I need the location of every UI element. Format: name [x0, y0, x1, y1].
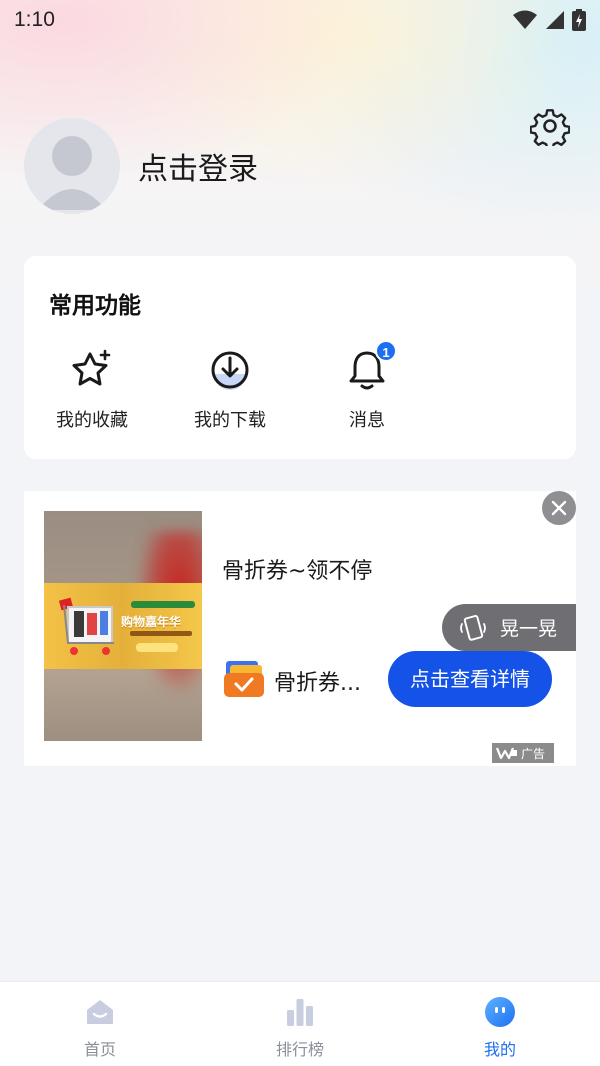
bottom-tab-bar: 首页 排行榜 我的: [0, 981, 600, 1066]
promo-tag: [131, 601, 195, 608]
profile-icon: [484, 996, 516, 1028]
tab-home-label: 首页: [83, 1040, 116, 1059]
status-icons: [512, 9, 586, 31]
favorites-label: 我的收藏: [56, 410, 128, 431]
promo-button: [136, 643, 178, 652]
avatar[interactable]: [24, 118, 120, 214]
status-time: 1:10: [14, 8, 55, 31]
status-bar: 1:10: [0, 0, 600, 40]
ad-promo-panel: 购物嘉年华: [44, 583, 202, 669]
messages-button[interactable]: 1 消息: [317, 340, 417, 432]
tab-mine[interactable]: 我的: [450, 996, 550, 1060]
ad-title[interactable]: 骨折券~领不停: [222, 553, 372, 585]
coupon-wallet-icon: [222, 659, 266, 699]
star-icon: [70, 348, 114, 392]
ad-close-button[interactable]: [542, 491, 576, 525]
cellular-signal-icon: [546, 11, 564, 29]
tab-ranking-label: 排行榜: [275, 1040, 324, 1059]
card-title: 常用功能: [49, 293, 141, 319]
message-count-badge: 1: [375, 340, 397, 362]
download-icon: [208, 348, 252, 392]
bell-icon: 1: [345, 340, 397, 392]
downloads-button[interactable]: 我的下载: [180, 348, 280, 432]
tab-home[interactable]: 首页: [50, 996, 150, 1060]
wifi-icon: [513, 10, 537, 29]
ranking-icon: [284, 996, 316, 1028]
ad-mark-label: 广告: [521, 746, 546, 761]
ad-image[interactable]: 购物嘉年华: [44, 511, 202, 741]
shake-phone-icon: [460, 614, 486, 641]
settings-button[interactable]: [529, 106, 571, 151]
profile-header[interactable]: 点击登录: [24, 118, 258, 214]
tab-ranking[interactable]: 排行榜: [250, 996, 350, 1060]
default-avatar-icon: [38, 136, 106, 210]
gear-icon: [529, 109, 571, 151]
downloads-label: 我的下载: [194, 410, 266, 431]
shopping-cart-icon: [58, 597, 114, 655]
login-label[interactable]: 点击登录: [138, 144, 258, 188]
ad-brand-name[interactable]: 骨折券...: [274, 665, 361, 697]
favorites-button[interactable]: 我的收藏: [42, 348, 142, 432]
promo-subtitle: [130, 631, 192, 636]
battery-charging-icon: [572, 9, 586, 31]
shake-label: 晃一晃: [500, 618, 558, 640]
promo-title: 购物嘉年华: [121, 615, 182, 629]
close-icon: [551, 500, 567, 516]
ad-mark: 广告: [492, 743, 554, 763]
ad-details-button[interactable]: 点击查看详情: [388, 651, 552, 707]
common-functions-card: 常用功能 我的收藏 我的下载 1 消息: [24, 256, 576, 459]
messages-label: 消息: [349, 410, 385, 431]
shake-hint: 晃一晃: [442, 604, 576, 651]
tab-mine-label: 我的: [483, 1040, 516, 1059]
ad-network-logo-icon: [496, 747, 517, 760]
home-icon: [84, 996, 116, 1028]
